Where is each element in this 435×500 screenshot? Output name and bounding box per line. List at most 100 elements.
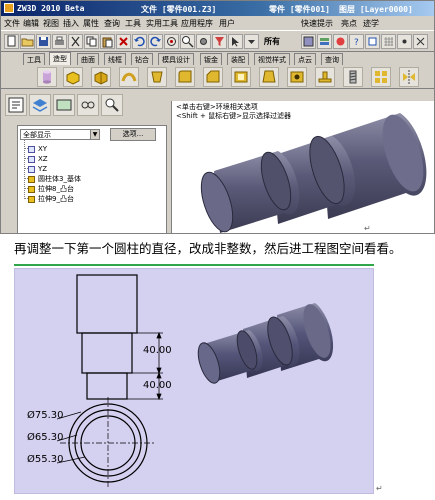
loft-icon[interactable]: [147, 67, 167, 87]
shell-icon[interactable]: [231, 67, 251, 87]
hole-icon[interactable]: [287, 67, 307, 87]
layer-icon[interactable]: [317, 34, 332, 49]
menu-file[interactable]: 文件: [4, 18, 20, 29]
tab-modeling[interactable]: 造型: [49, 52, 71, 65]
tree-item-label: 圆柱体3_基体: [38, 175, 81, 183]
tab-visual-style[interactable]: 视觉样式: [254, 53, 290, 65]
select-icon[interactable]: [228, 34, 243, 49]
layers-icon[interactable]: [29, 94, 51, 116]
rib-icon[interactable]: [315, 67, 335, 87]
snap-icon[interactable]: [397, 34, 412, 49]
tab-point-cloud[interactable]: 点云: [294, 53, 316, 65]
display-mode-select[interactable]: 全部显示 ▼: [20, 129, 100, 140]
chamfer-icon[interactable]: [203, 67, 223, 87]
menu-utilities[interactable]: 实用工具: [146, 18, 178, 29]
tab-surface[interactable]: 曲面: [77, 53, 99, 65]
revolve-icon[interactable]: [91, 67, 111, 87]
menu-insert[interactable]: 插入: [63, 18, 79, 29]
title-bar: ZW3D 2010 Beta 文件 [零件001.Z3] 零件 [零件001] …: [1, 1, 434, 16]
history-icon[interactable]: [5, 94, 27, 116]
modeling-toolbar: [1, 65, 434, 89]
isometric-view: [197, 303, 334, 384]
grid-icon[interactable]: [381, 34, 396, 49]
tab-wireframe[interactable]: 线框: [104, 53, 126, 65]
menu-tools[interactable]: 工具: [125, 18, 141, 29]
cylinder-icon[interactable]: [37, 67, 57, 87]
pattern-icon[interactable]: [371, 67, 391, 87]
print-icon[interactable]: [52, 34, 67, 49]
menu-highlight[interactable]: 亮点: [341, 18, 357, 29]
save-icon[interactable]: [36, 34, 51, 49]
visual-effects-icon[interactable]: [77, 94, 99, 116]
hint-line-2: <Shift + 鼠标右键>显示选择过滤器: [176, 112, 291, 120]
search-icon[interactable]: [101, 94, 123, 116]
sweep-icon[interactable]: [119, 67, 139, 87]
zw3d-window: ZW3D 2010 Beta 文件 [零件001.Z3] 零件 [零件001] …: [0, 0, 435, 234]
menu-view[interactable]: 视图: [43, 18, 59, 29]
menu-quick-tips[interactable]: 快速提示: [301, 18, 333, 29]
views-icon[interactable]: [53, 94, 75, 116]
chevron-down-icon[interactable]: ▼: [90, 130, 99, 139]
plane-icon: [28, 156, 35, 163]
tree-item-xz[interactable]: XZ: [20, 150, 164, 164]
cut-icon[interactable]: [68, 34, 83, 49]
redo-icon[interactable]: [148, 34, 163, 49]
3d-viewport[interactable]: <单击右键>环境相关选项 <Shift + 鼠标右键>显示选择过滤器: [171, 101, 434, 233]
plane-icon: [28, 146, 35, 153]
new-file-icon[interactable]: [4, 34, 19, 49]
tree-item-label: 拉伸9_凸台: [38, 195, 74, 203]
menu-user[interactable]: 用户: [219, 18, 235, 29]
help-icon[interactable]: ?: [349, 34, 364, 49]
file-label: 文件 [零件001.Z3]: [141, 5, 217, 14]
display-mode-value: 全部显示: [23, 131, 51, 139]
undo-icon[interactable]: [132, 34, 147, 49]
tab-fit[interactable]: 钻合: [131, 53, 153, 65]
return-mark: ↵: [376, 484, 383, 493]
tree-item-extrude9-boss[interactable]: 拉伸9_凸台: [20, 190, 164, 204]
menu-query[interactable]: 查询: [104, 18, 120, 29]
tree-item-cylinder-base[interactable]: 圆柱体3_基体: [20, 170, 164, 184]
tab-mold-design[interactable]: 模具设计: [158, 53, 194, 65]
draft-icon[interactable]: [259, 67, 279, 87]
color-icon[interactable]: [333, 34, 348, 49]
filter-dropdown-icon[interactable]: [244, 34, 259, 49]
rotate-view-icon[interactable]: [164, 34, 179, 49]
menu-attribute[interactable]: 属性: [83, 18, 99, 29]
close-panel-icon[interactable]: [413, 34, 428, 49]
menu-applications[interactable]: 应用程序: [181, 18, 213, 29]
extrude-icon[interactable]: [63, 67, 83, 87]
tree-item-label: XZ: [38, 155, 48, 163]
view-mode-icon[interactable]: [301, 34, 316, 49]
front-view: [76, 274, 138, 400]
delete-icon[interactable]: [116, 34, 131, 49]
open-folder-icon[interactable]: [20, 34, 35, 49]
tab-sheet-metal[interactable]: 钣金: [200, 53, 222, 65]
tab-tools[interactable]: 工具: [23, 53, 45, 65]
mirror-icon[interactable]: [399, 67, 419, 87]
info-icon[interactable]: [365, 34, 380, 49]
tree-item-extrude8-boss[interactable]: 拉伸8_凸台: [20, 180, 164, 194]
zoom-icon[interactable]: [180, 34, 195, 49]
separator-line: [14, 264, 374, 266]
diameter-dim-2: Ø65.30: [27, 431, 64, 443]
return-mark: ↵: [364, 224, 371, 233]
copy-icon[interactable]: [84, 34, 99, 49]
filter-label[interactable]: 所有: [264, 36, 280, 47]
fillet-icon[interactable]: [175, 67, 195, 87]
thread-icon[interactable]: [343, 67, 363, 87]
pick-filter-icon[interactable]: [212, 34, 227, 49]
ribbon-tabs: 工具 造型 曲面 线框 钻合 模具设计 钣金 装配 视觉样式 点云 查询: [1, 52, 434, 65]
diameter-dim-3: Ø55.30: [27, 453, 64, 465]
paste-icon[interactable]: [100, 34, 115, 49]
menu-track[interactable]: 迹学: [363, 18, 379, 29]
engineering-drawing[interactable]: 40.00 40.00 Ø75.30 Ø65.30 Ø55.30: [14, 268, 374, 494]
extrude-feature-icon: [28, 196, 35, 203]
tree-item-yz[interactable]: YZ: [20, 160, 164, 174]
menu-edit[interactable]: 编辑: [23, 18, 39, 29]
tree-item-xy[interactable]: XY: [20, 140, 164, 154]
tab-assembly[interactable]: 装配: [227, 53, 249, 65]
tab-query[interactable]: 查询: [321, 53, 343, 65]
settings-icon[interactable]: [196, 34, 211, 49]
standard-toolbar: 所有 ?: [1, 30, 434, 52]
options-button[interactable]: 选项...: [110, 128, 156, 141]
